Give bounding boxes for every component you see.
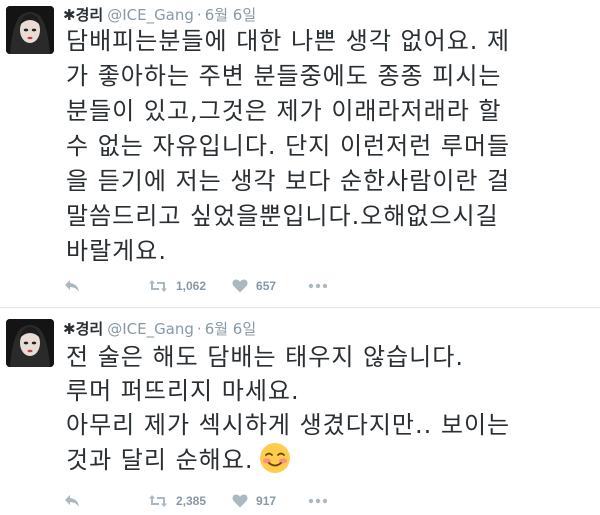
tweet-text: 담배피는분들에 대한 나쁜 생각 없어요. 제 가 좋아하는 주변 분들중에도 … (66, 24, 596, 269)
asterisk-icon: ✱ (63, 6, 76, 24)
tweet-text-line: 을 듣기에 저는 생각 보다 순한사람이란 걸 (66, 167, 511, 195)
retweet-button[interactable]: 1,062 (148, 279, 206, 293)
display-name[interactable]: 경리 (76, 320, 104, 338)
tweet-text-line: 아무리 제가 섹시하게 생겼다지만.. 보이는 (66, 411, 511, 439)
asterisk-icon: ✱ (63, 320, 76, 338)
more-icon (308, 283, 328, 289)
retweet-icon (149, 495, 167, 507)
like-count: 657 (256, 279, 277, 293)
tweet-date[interactable]: 6월 6일 (205, 320, 256, 338)
tweet-header: ✱경리 @ICE_Gang · 6월 6일 (63, 318, 256, 339)
tweet-text-line: 말씀드리고 싶었을뿐입니다.오해없으시길 (66, 202, 499, 230)
tweet-text-line: 것과 달리 순해요. (66, 446, 254, 474)
retweet-count: 1,062 (176, 279, 207, 293)
tweet-actions: 1,062 657 (64, 276, 328, 296)
more-button[interactable] (308, 498, 328, 504)
tweet-1: ✱경리 @ICE_Gang · 6월 6일 담배피는분들에 대한 나쁜 생각 없어요.… (0, 0, 600, 308)
heart-icon (232, 494, 248, 508)
display-name[interactable]: 경리 (76, 6, 104, 24)
like-count: 917 (256, 494, 277, 508)
like-button[interactable]: 657 (232, 279, 276, 293)
separator-dot: · (196, 6, 202, 24)
tweet-text-line: 수 없는 자유입니다. 단지 이런저런 루머들 (66, 132, 511, 160)
tweet-actions: 2,385 917 (64, 491, 328, 511)
handle[interactable]: @ICE_Gang (107, 320, 194, 338)
tweet-header: ✱경리 @ICE_Gang · 6월 6일 (63, 4, 256, 25)
tweet-2: ✱경리 @ICE_Gang · 6월 6일 전 술은 해도 담배는 태우지 않습니다.… (0, 308, 600, 515)
retweet-count: 2,385 (176, 494, 207, 508)
smiling-face-with-blush-emoji-icon (259, 442, 291, 483)
tweet-text-line: 담배피는분들에 대한 나쁜 생각 없어요. 제 (66, 27, 511, 55)
tweet-text-line: 가 좋아하는 주변 분들중에도 종종 피시는 (66, 62, 502, 90)
handle[interactable]: @ICE_Gang (107, 6, 194, 24)
tweet-date[interactable]: 6월 6일 (205, 6, 256, 24)
like-button[interactable]: 917 (232, 494, 276, 508)
avatar[interactable] (6, 319, 54, 367)
reply-button[interactable] (64, 494, 86, 508)
retweet-icon (149, 280, 167, 292)
more-button[interactable] (308, 283, 328, 289)
reply-icon (65, 280, 79, 292)
tweet-text-line: 전 술은 해도 담배는 태우지 않습니다. (66, 343, 464, 371)
separator-dot: · (196, 320, 202, 338)
tweet-text-line: 분들이 있고,그것은 제가 이래라저래라 할 (66, 97, 502, 125)
avatar[interactable] (6, 6, 54, 54)
heart-icon (232, 279, 248, 293)
tweet-text: 전 술은 해도 담배는 태우지 않습니다. 루머 퍼뜨리지 마세요. 아무리 제… (66, 340, 596, 483)
tweet-text-line: 루머 퍼뜨리지 마세요. (66, 377, 300, 405)
tweet-text-line: 바랄게요. (66, 237, 167, 265)
more-icon (308, 498, 328, 504)
reply-icon (65, 495, 79, 507)
retweet-button[interactable]: 2,385 (148, 494, 206, 508)
tweet-text-line-with-emoji: 것과 달리 순해요. (66, 442, 596, 483)
reply-button[interactable] (64, 279, 86, 293)
